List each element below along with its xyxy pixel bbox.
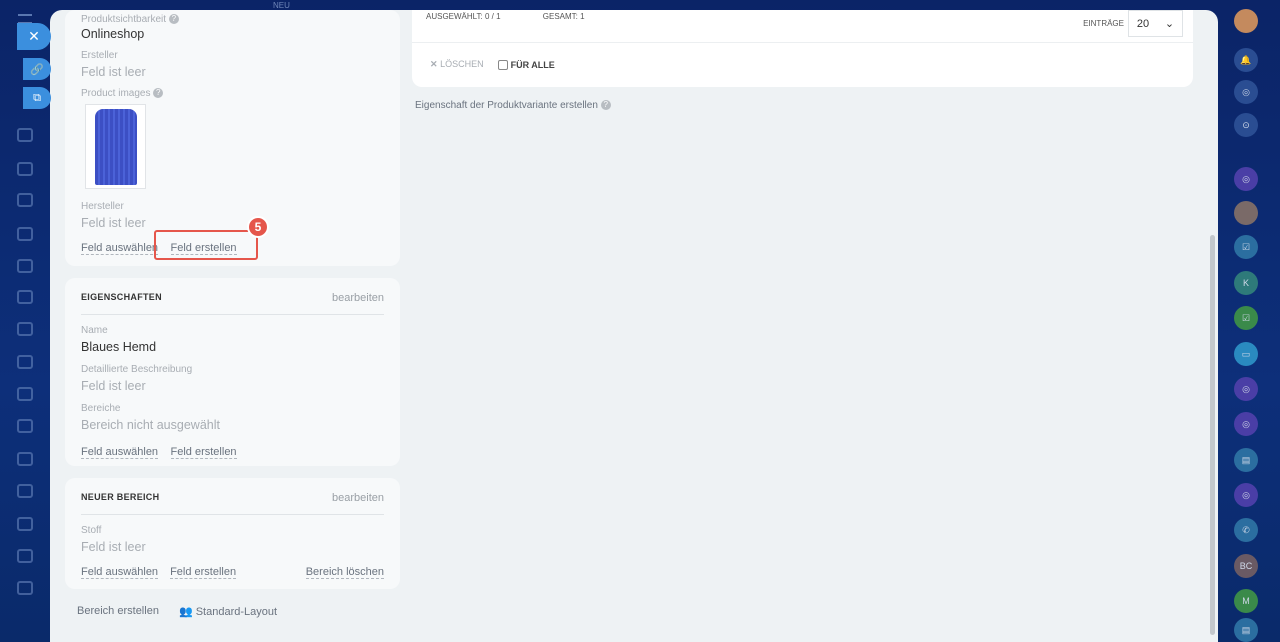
create-section-link[interactable]: Bereich erstellen (77, 605, 159, 618)
help-icon[interactable]: ? (168, 14, 179, 25)
nav-icon[interactable] (17, 162, 33, 176)
scrollbar[interactable] (1210, 235, 1215, 635)
creator-value: Feld ist leer (81, 65, 146, 79)
select-field-link[interactable]: Feld auswählen (81, 446, 159, 459)
desc-value: Feld ist leer (81, 379, 146, 393)
phone-icon[interactable]: ✆ (1234, 518, 1258, 542)
user-avatar[interactable] (1234, 9, 1258, 33)
contact-card-icon[interactable]: ▤ (1234, 618, 1258, 642)
select-field-link[interactable]: Feld auswählen (81, 242, 159, 255)
sections-value: Bereich nicht ausgewählt (81, 418, 220, 432)
step-badge: 5 (247, 216, 269, 238)
create-field-link[interactable]: Feld erstellen (170, 566, 237, 579)
selected-count: AUSGEWÄHLT: 0 / 1 (426, 12, 501, 21)
nav-icon[interactable] (17, 581, 33, 595)
nav-icon[interactable] (17, 484, 33, 498)
entries-select[interactable]: 20 ⌄ (1128, 10, 1183, 37)
copy-link-button[interactable]: 🔗 (23, 58, 51, 80)
fabric-value: Feld ist leer (81, 540, 146, 554)
create-field-link[interactable]: Feld erstellen (170, 446, 237, 459)
name-label: Name (81, 325, 108, 336)
shirt-image (94, 108, 137, 185)
delete-button[interactable]: ✕ LÖSCHEN (430, 59, 484, 70)
nav-icon[interactable] (17, 355, 33, 369)
nav-icon[interactable] (17, 419, 33, 433)
fabric-label: Stoff (81, 525, 102, 536)
help-icon[interactable]: ? (600, 100, 611, 111)
bell-icon[interactable]: 🔔 (1234, 48, 1258, 72)
contact-avatar[interactable]: M (1234, 589, 1258, 613)
nav-icon[interactable] (17, 387, 33, 401)
users-icon: 👥 (178, 606, 193, 618)
nav-icon[interactable] (17, 128, 33, 142)
properties-title: EIGENSCHAFTEN (81, 292, 162, 302)
sections-label: Bereiche (81, 403, 121, 414)
for-all-label: FÜR ALLE (510, 59, 555, 70)
edit-link[interactable]: bearbeiten (332, 492, 384, 504)
select-field-link[interactable]: Feld auswählen (81, 566, 159, 579)
task-icon[interactable]: ☑ (1234, 306, 1258, 330)
delete-label: LÖSCHEN (440, 59, 484, 69)
for-all-checkbox[interactable]: FÜR ALLE (497, 59, 555, 70)
visibility-label: Produktsichtbarkeit (81, 14, 167, 25)
standard-layout-label: Standard-Layout (195, 606, 278, 618)
right-sidebar: 🔔 ◎ ⊙ ◎ ☑ K ☑ ▭ ◎ ◎ ▤ ◎ ✆ BC M ▤ (1218, 0, 1280, 642)
properties-card: EIGENSCHAFTEN bearbeiten Name Blaues Hemd… (65, 278, 400, 466)
chat-icon[interactable]: ▭ (1234, 342, 1258, 366)
nav-icon[interactable] (17, 259, 33, 273)
entries-value: 20 (1136, 17, 1150, 30)
desc-label: Detaillierte Beschreibung (81, 364, 193, 375)
nav-icon[interactable] (17, 517, 33, 531)
highlight-box (154, 230, 258, 260)
search-chat-icon[interactable]: ⊙ (1234, 113, 1258, 137)
open-new-window-button[interactable]: ⧉ (23, 87, 51, 109)
close-button[interactable]: ✕ (17, 23, 51, 50)
openline-icon[interactable]: ◎ (1234, 483, 1258, 507)
pulse-icon[interactable]: ◎ (1234, 80, 1258, 104)
product-card: Produktsichtbarkeit ? Onlineshop Erstell… (65, 10, 400, 266)
manufacturer-value: Feld ist leer (81, 216, 146, 230)
variants-grid-card: AUSGEWÄHLT: 0 / 1 GESAMT: 1 EINTRÄGE 20 ⌄… (412, 10, 1193, 87)
task-icon[interactable]: ☑ (1234, 235, 1258, 259)
name-value: Blaues Hemd (81, 340, 157, 354)
nav-icon[interactable] (17, 290, 33, 304)
help-icon[interactable]: ? (153, 88, 164, 99)
product-slider-panel: Produktsichtbarkeit ? Onlineshop Erstell… (50, 10, 1218, 642)
visibility-value: Onlineshop (81, 27, 145, 41)
create-variant-property-link[interactable]: Eigenschaft der Produktvariante erstelle… (415, 100, 598, 111)
standard-layout-button[interactable]: 👥 Standard-Layout (179, 605, 277, 618)
nav-icon[interactable] (17, 549, 33, 563)
new-section-title: NEUER BEREICH (81, 492, 160, 502)
edit-link[interactable]: bearbeiten (332, 292, 384, 304)
contact-avatar[interactable]: K (1234, 271, 1258, 295)
nav-icon[interactable] (17, 227, 33, 241)
nav-icon[interactable] (17, 452, 33, 466)
images-label: Product images (81, 88, 151, 99)
total-count: GESAMT: 1 (542, 12, 585, 21)
creator-label: Ersteller (81, 50, 118, 61)
new-section-card: NEUER BEREICH bearbeiten Stoff Feld ist l… (65, 478, 400, 589)
nav-icon[interactable] (17, 322, 33, 336)
delete-section-link[interactable]: Bereich löschen (305, 566, 384, 579)
contact-avatar[interactable] (1234, 201, 1258, 225)
chevron-down-icon: ⌄ (1164, 18, 1175, 30)
openline-icon[interactable]: ◎ (1234, 167, 1258, 191)
contact-avatar[interactable]: BC (1234, 554, 1258, 578)
manufacturer-label: Hersteller (81, 201, 124, 212)
nav-icon[interactable] (17, 193, 33, 207)
close-icon: ✕ (430, 59, 438, 69)
contact-card-icon[interactable]: ▤ (1234, 448, 1258, 472)
top-new-label: NEU (273, 1, 290, 10)
openline-icon[interactable]: ◎ (1234, 412, 1258, 436)
openline-icon[interactable]: ◎ (1234, 377, 1258, 401)
product-image[interactable] (85, 104, 146, 189)
entries-label: EINTRÄGE (1083, 19, 1124, 28)
